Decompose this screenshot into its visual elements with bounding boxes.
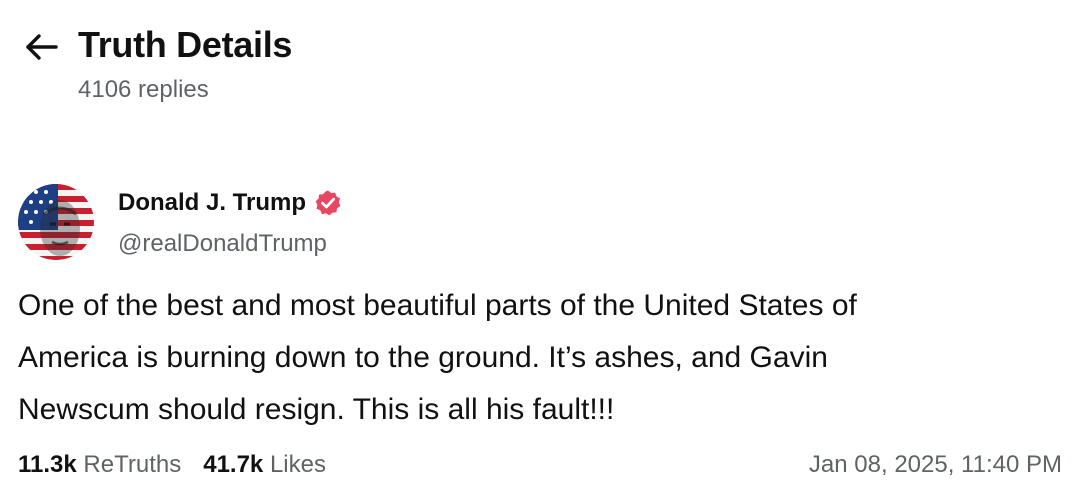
flag-portrait-avatar-icon bbox=[18, 184, 94, 260]
reply-count: 4106 replies bbox=[78, 76, 209, 103]
likes-stat[interactable]: 41.7k Likes bbox=[203, 451, 326, 479]
post-stats: 11.3k ReTruths 41.7k Likes bbox=[18, 451, 326, 479]
likes-label: Likes bbox=[269, 451, 326, 478]
likes-count: 41.7k bbox=[203, 451, 264, 478]
verified-badge-icon bbox=[314, 189, 342, 217]
post-body-line: One of the best and most beautiful parts… bbox=[18, 289, 857, 322]
retruths-stat[interactable]: 11.3k ReTruths bbox=[18, 451, 181, 479]
author-name-text: Donald J. Trump bbox=[118, 189, 307, 216]
retruths-count: 11.3k bbox=[18, 451, 77, 478]
back-button[interactable] bbox=[24, 32, 60, 62]
page-title: Truth Details bbox=[78, 24, 293, 65]
post-body-line: America is burning down to the ground. I… bbox=[18, 341, 828, 374]
retruths-label: ReTruths bbox=[83, 451, 182, 478]
author-handle[interactable]: @realDonaldTrump bbox=[118, 230, 327, 258]
post-body: One of the best and most beautiful parts… bbox=[18, 280, 1058, 436]
back-arrow-icon bbox=[26, 34, 58, 60]
author-avatar[interactable] bbox=[18, 184, 94, 260]
author-name[interactable]: Donald J. Trump bbox=[118, 189, 342, 217]
post-body-line: Newscum should resign. This is all his f… bbox=[18, 393, 615, 426]
post-timestamp: Jan 08, 2025, 11:40 PM bbox=[808, 451, 1062, 478]
